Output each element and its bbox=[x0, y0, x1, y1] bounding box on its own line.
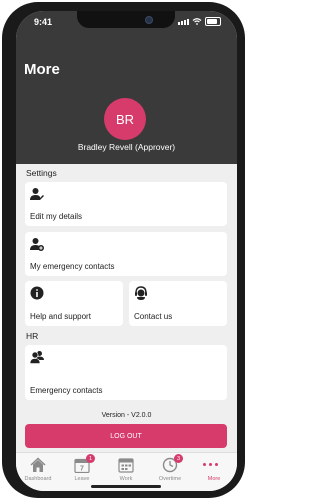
briefcase-icon bbox=[118, 458, 134, 473]
leave-badge: 1 bbox=[86, 454, 95, 463]
user-name: Bradley Revell (Approver) bbox=[77, 142, 176, 152]
tab-dashboard-label: Dashboard bbox=[24, 476, 52, 482]
tab-dashboard[interactable]: Dashboard bbox=[16, 457, 60, 487]
notch bbox=[77, 11, 175, 28]
svg-text:7: 7 bbox=[80, 466, 84, 473]
info-icon bbox=[30, 286, 44, 300]
help-support-label: Help and support bbox=[30, 312, 91, 321]
avatar: BR bbox=[104, 98, 146, 140]
tab-more-label: More bbox=[207, 476, 221, 482]
logout-button[interactable]: LOG OUT bbox=[25, 424, 227, 448]
contact-us-label: Contact us bbox=[134, 312, 173, 321]
home-icon bbox=[30, 457, 46, 472]
more-dots-icon bbox=[203, 463, 218, 466]
phone-frame: 9:41 More BR Bradley Revell (Approver) S… bbox=[2, 2, 245, 498]
tab-leave[interactable]: 7 1 Leave bbox=[60, 454, 104, 487]
users-icon bbox=[30, 351, 44, 364]
tab-work[interactable]: Work bbox=[104, 457, 148, 487]
section-label-hr: HR bbox=[26, 331, 39, 341]
tab-overtime-label: Overtime bbox=[158, 476, 182, 482]
avatar-initials: BR bbox=[115, 111, 135, 127]
section-label-settings: Settings bbox=[26, 168, 57, 178]
signal-icon bbox=[178, 18, 189, 25]
overtime-badge: 3 bbox=[174, 454, 183, 463]
my-emergency-contacts-card[interactable]: My emergency contacts bbox=[25, 232, 227, 276]
battery-icon bbox=[205, 17, 221, 26]
contact-us-card[interactable]: Contact us bbox=[129, 281, 227, 326]
tab-overtime[interactable]: 3 Overtime bbox=[148, 454, 192, 487]
edit-details-card[interactable]: Edit my details bbox=[25, 182, 227, 226]
logout-label: LOG OUT bbox=[110, 432, 142, 440]
tab-more[interactable]: More bbox=[192, 457, 236, 487]
screen: 9:41 More BR Bradley Revell (Approver) S… bbox=[16, 11, 237, 491]
edit-details-label: Edit my details bbox=[30, 212, 83, 221]
wifi-icon bbox=[192, 18, 202, 25]
my-emergency-contacts-label: My emergency contacts bbox=[30, 262, 115, 271]
version-text: Version - V2.0.0 bbox=[101, 412, 152, 419]
tab-work-label: Work bbox=[119, 476, 133, 482]
tab-leave-label: Leave bbox=[74, 476, 90, 482]
status-bar: 9:41 bbox=[16, 11, 237, 33]
camera-icon bbox=[145, 16, 153, 24]
emergency-contacts-card[interactable]: Emergency contacts bbox=[25, 345, 227, 400]
page-title: More bbox=[24, 61, 60, 78]
emergency-contacts-label: Emergency contacts bbox=[30, 386, 103, 395]
headset-icon bbox=[135, 286, 147, 300]
help-support-card[interactable]: Help and support bbox=[25, 281, 123, 326]
status-time: 9:41 bbox=[34, 17, 53, 27]
home-indicator bbox=[91, 485, 161, 488]
user-edit-icon bbox=[30, 188, 44, 200]
user-add-icon bbox=[30, 238, 44, 251]
status-icons bbox=[178, 17, 221, 26]
